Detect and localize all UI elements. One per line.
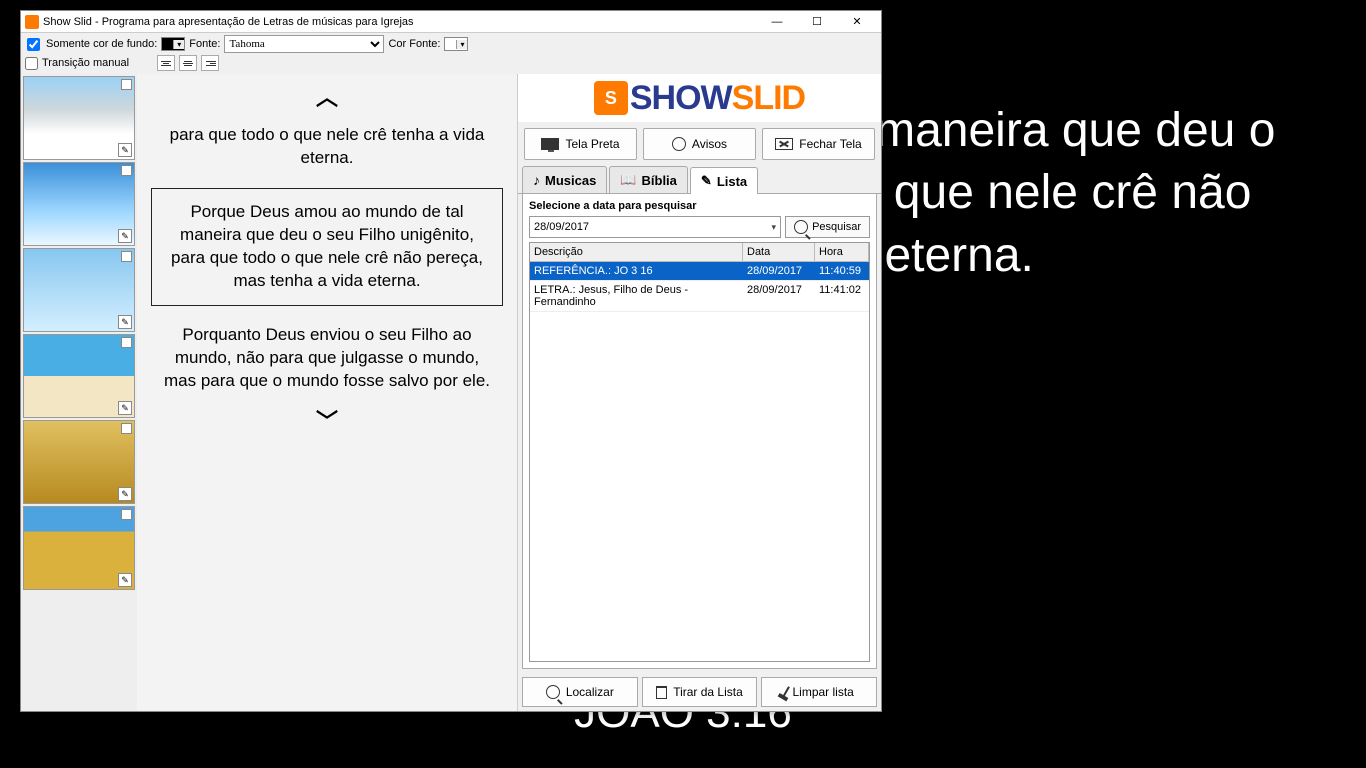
thumb-check-icon[interactable] xyxy=(121,79,132,90)
logo-text-b: SLID xyxy=(732,79,805,117)
limpar-lista-button[interactable]: Limpar lista xyxy=(761,677,877,707)
broom-icon xyxy=(782,686,790,697)
trash-icon xyxy=(656,686,667,699)
table-row[interactable]: LETRA.: Jesus, Filho de Deus - Fernandin… xyxy=(530,281,869,312)
book-icon: 📖 xyxy=(620,172,636,188)
app-window: Show Slid - Programa para apresentação d… xyxy=(20,10,882,712)
cell-data: 28/09/2017 xyxy=(743,281,815,311)
cell-desc: LETRA.: Jesus, Filho de Deus - Fernandin… xyxy=(530,281,743,311)
app-icon xyxy=(25,15,39,29)
bg-thumb-2[interactable]: ✎ xyxy=(23,162,135,246)
transicao-checkbox[interactable] xyxy=(25,57,38,70)
search-icon xyxy=(794,220,808,234)
thumb-edit-icon[interactable]: ✎ xyxy=(118,487,132,501)
right-panel: S SHOWSLID Tela Preta Avisos Fechar Tela… xyxy=(517,74,881,711)
lyric-preview-column: ︿ para que todo o que nele crê tenha a v… xyxy=(137,74,517,711)
cell-hora: 11:41:02 xyxy=(815,281,869,311)
thumb-check-icon[interactable] xyxy=(121,251,132,262)
bg-thumb-3[interactable]: ✎ xyxy=(23,248,135,332)
align-right-button[interactable] xyxy=(201,55,219,71)
font-select[interactable]: Tahoma xyxy=(224,35,384,53)
close-screen-icon xyxy=(775,138,793,150)
localizar-button[interactable]: Localizar xyxy=(522,677,638,707)
bg-thumb-5[interactable]: ✎ xyxy=(23,420,135,504)
tab-bar: ♪Musicas 📖Bíblia ✎Lista xyxy=(518,166,881,194)
results-grid: Descrição Data Hora REFERÊNCIA.: JO 3 16… xyxy=(529,242,870,662)
window-title: Show Slid - Programa para apresentação d… xyxy=(43,16,757,28)
tab-biblia[interactable]: 📖Bíblia xyxy=(609,166,688,193)
tab-musicas[interactable]: ♪Musicas xyxy=(522,166,607,193)
align-left-button[interactable] xyxy=(157,55,175,71)
transicao-label: Transição manual xyxy=(42,57,129,69)
font-label: Fonte: xyxy=(189,38,220,50)
screen-icon xyxy=(541,138,559,150)
thumb-edit-icon[interactable]: ✎ xyxy=(118,143,132,157)
edit-icon: ✎ xyxy=(701,173,712,189)
logo-text-a: SHOW xyxy=(630,79,732,117)
minimize-button[interactable]: — xyxy=(757,12,797,32)
titlebar[interactable]: Show Slid - Programa para apresentação d… xyxy=(21,11,881,33)
next-lyric-block[interactable]: Porquanto Deus enviou o seu Filho ao mun… xyxy=(143,324,511,393)
bg-thumb-6[interactable]: ✎ xyxy=(23,506,135,590)
current-lyric-block[interactable]: Porque Deus amou ao mundo de tal maneira… xyxy=(151,188,503,306)
background-thumbnails: ✎ ✎ ✎ ✎ ✎ ✎ xyxy=(21,74,137,711)
col-descricao[interactable]: Descrição xyxy=(530,243,743,261)
table-row[interactable]: REFERÊNCIA.: JO 3 1628/09/201711:40:59 xyxy=(530,262,869,281)
maximize-button[interactable]: ☐ xyxy=(797,12,837,32)
thumb-check-icon[interactable] xyxy=(121,509,132,520)
tela-preta-button[interactable]: Tela Preta xyxy=(524,128,637,160)
thumb-check-icon[interactable] xyxy=(121,423,132,434)
thumb-edit-icon[interactable]: ✎ xyxy=(118,573,132,587)
lista-tab-pane: Selecione a data para pesquisar 28/09/20… xyxy=(522,194,877,669)
date-input[interactable]: 28/09/2017 xyxy=(529,216,781,238)
music-note-icon: ♪ xyxy=(533,172,540,188)
thumb-edit-icon[interactable]: ✎ xyxy=(118,401,132,415)
cell-hora: 11:40:59 xyxy=(815,262,869,280)
app-logo: S SHOWSLID xyxy=(518,74,881,122)
close-button[interactable]: ✕ xyxy=(837,12,877,32)
bottom-action-row: Localizar Tirar da Lista Limpar lista xyxy=(518,673,881,711)
only-bg-label: Somente cor de fundo: xyxy=(46,38,157,50)
font-color-label: Cor Fonte: xyxy=(388,38,440,50)
thumb-edit-icon[interactable]: ✎ xyxy=(118,315,132,329)
prev-slide-arrow[interactable]: ︿ xyxy=(316,80,338,112)
tirar-da-lista-button[interactable]: Tirar da Lista xyxy=(642,677,758,707)
thumb-check-icon[interactable] xyxy=(121,337,132,348)
thumb-edit-icon[interactable]: ✎ xyxy=(118,229,132,243)
bg-color-swatch[interactable] xyxy=(161,37,185,51)
fechar-tela-button[interactable]: Fechar Tela xyxy=(762,128,875,160)
prev-lyric-block[interactable]: para que todo o que nele crê tenha a vid… xyxy=(143,124,511,170)
magnifier-icon xyxy=(546,685,560,699)
tab-lista[interactable]: ✎Lista xyxy=(690,167,758,194)
search-button[interactable]: Pesquisar xyxy=(785,216,870,238)
col-hora[interactable]: Hora xyxy=(815,243,869,261)
align-center-button[interactable] xyxy=(179,55,197,71)
logo-mark-icon: S xyxy=(594,81,628,115)
col-data[interactable]: Data xyxy=(743,243,815,261)
action-row: Tela Preta Avisos Fechar Tela xyxy=(518,122,881,166)
cell-data: 28/09/2017 xyxy=(743,262,815,280)
font-color-swatch[interactable] xyxy=(444,37,468,51)
cell-desc: REFERÊNCIA.: JO 3 16 xyxy=(530,262,743,280)
grid-header: Descrição Data Hora xyxy=(530,243,869,262)
next-slide-arrow[interactable]: ﹀ xyxy=(316,404,338,436)
select-date-label: Selecione a data para pesquisar xyxy=(529,200,870,212)
bg-thumb-1[interactable]: ✎ xyxy=(23,76,135,160)
avisos-button[interactable]: Avisos xyxy=(643,128,756,160)
toolbar-row-2: Transição manual xyxy=(21,55,881,74)
share-icon xyxy=(672,137,686,151)
thumb-check-icon[interactable] xyxy=(121,165,132,176)
only-bg-checkbox[interactable] xyxy=(27,38,40,51)
toolbar-row-1: Somente cor de fundo: Fonte: Tahoma Cor … xyxy=(21,33,881,55)
bg-thumb-4[interactable]: ✎ xyxy=(23,334,135,418)
